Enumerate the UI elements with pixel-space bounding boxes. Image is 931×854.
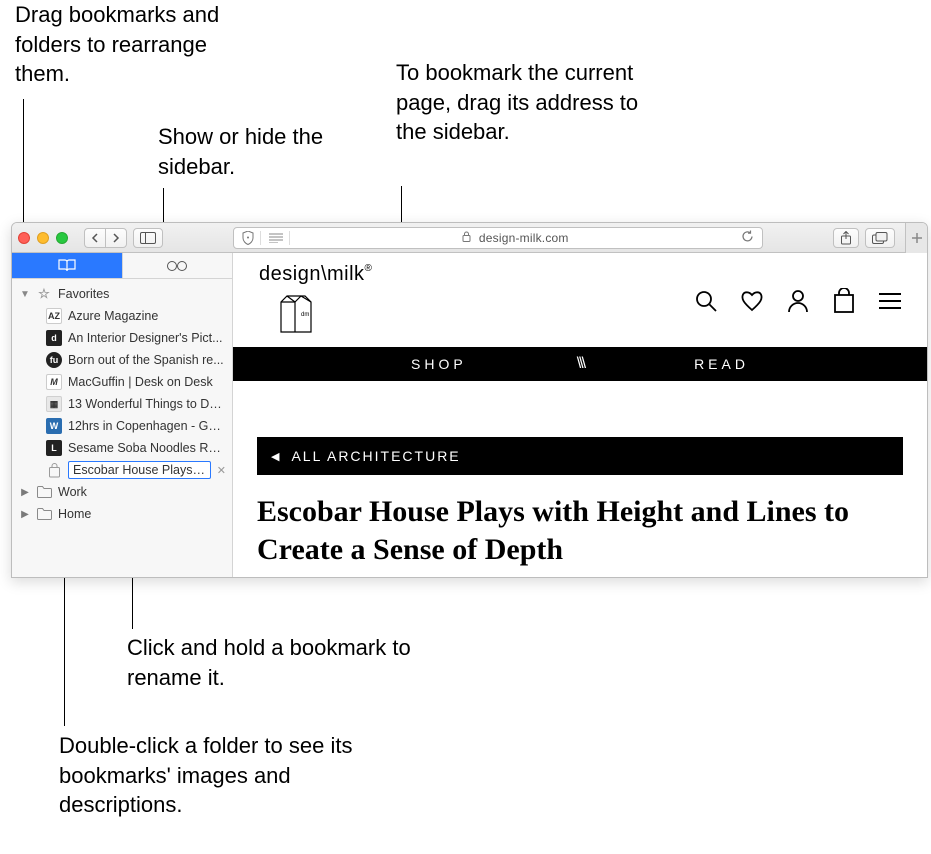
callout-sidebar-toggle: Show or hide the sidebar. bbox=[158, 122, 358, 181]
site-header: design\milk® dm bbox=[233, 253, 927, 347]
bookmark-edit-field[interactable]: Escobar House Plays with bbox=[68, 461, 211, 479]
favicon: fu bbox=[46, 352, 62, 368]
reader-icon[interactable] bbox=[269, 231, 290, 245]
disclosure-icon[interactable]: ▶ bbox=[20, 487, 30, 498]
bookmark-item[interactable]: L Sesame Soba Noodles Rec... bbox=[12, 437, 232, 459]
bookmark-label: Sesame Soba Noodles Rec... bbox=[68, 441, 226, 455]
bookmark-label: An Interior Designer's Pict... bbox=[68, 331, 223, 345]
privacy-report-icon[interactable] bbox=[242, 231, 261, 245]
back-button[interactable] bbox=[84, 228, 105, 248]
favorites-header[interactable]: ▼ ☆ Favorites bbox=[12, 283, 232, 305]
favicon: W bbox=[46, 418, 62, 434]
site-logo[interactable]: design\milk® dm bbox=[259, 263, 372, 339]
bookmark-label: 13 Wonderful Things to Do... bbox=[68, 397, 226, 411]
bookmark-item-editing[interactable]: Escobar House Plays with ✕ bbox=[12, 459, 232, 481]
forward-button[interactable] bbox=[105, 228, 127, 248]
back-triangle-icon: ◀ bbox=[271, 450, 281, 463]
article-headline: Escobar House Plays with Height and Line… bbox=[257, 493, 903, 568]
svg-text:dm: dm bbox=[301, 312, 309, 318]
bookmarks-tab[interactable] bbox=[12, 253, 122, 278]
sidebar-toggle-button[interactable] bbox=[133, 228, 163, 248]
bookmark-item[interactable]: AZ Azure Magazine bbox=[12, 305, 232, 327]
callout-line bbox=[64, 566, 65, 726]
clear-text-icon[interactable]: ✕ bbox=[217, 464, 226, 477]
heart-icon[interactable] bbox=[739, 288, 765, 314]
bookmark-item[interactable]: fu Born out of the Spanish re... bbox=[12, 349, 232, 371]
bookmark-item[interactable]: W 12hrs in Copenhagen - Gui... bbox=[12, 415, 232, 437]
bookmark-label: 12hrs in Copenhagen - Gui... bbox=[68, 419, 226, 433]
folder-label: Work bbox=[58, 485, 87, 499]
reading-list-tab[interactable] bbox=[122, 253, 233, 278]
web-page: design\milk® dm bbox=[233, 253, 927, 577]
favicon: M bbox=[46, 374, 62, 390]
minimize-window-button[interactable] bbox=[37, 232, 49, 244]
nav-divider-icon: \\\ bbox=[577, 355, 584, 373]
bag-icon bbox=[46, 462, 62, 478]
reload-button[interactable] bbox=[741, 230, 754, 246]
disclosure-icon[interactable]: ▼ bbox=[20, 289, 30, 300]
favicon: AZ bbox=[46, 308, 62, 324]
account-icon[interactable] bbox=[785, 288, 811, 314]
callout-rearrange: Drag bookmarks and folders to rearrange … bbox=[15, 0, 265, 89]
bookmark-folder[interactable]: ▶ Home bbox=[12, 503, 232, 525]
share-button[interactable] bbox=[833, 228, 859, 248]
address-bar[interactable]: design-milk.com bbox=[233, 227, 763, 249]
nav-shop[interactable]: SHOP bbox=[411, 356, 467, 372]
folder-icon bbox=[36, 484, 52, 500]
favicon: d bbox=[46, 330, 62, 346]
favorites-label: Favorites bbox=[58, 287, 109, 301]
category-strip[interactable]: ◀ ALL ARCHITECTURE bbox=[257, 437, 903, 475]
search-icon[interactable] bbox=[693, 288, 719, 314]
bookmark-item[interactable]: M MacGuffin | Desk on Desk bbox=[12, 371, 232, 393]
bookmark-item[interactable]: ▦ 13 Wonderful Things to Do... bbox=[12, 393, 232, 415]
bookmark-label: MacGuffin | Desk on Desk bbox=[68, 375, 213, 389]
tabs-button[interactable] bbox=[865, 228, 895, 248]
bookmark-label: Azure Magazine bbox=[68, 309, 158, 323]
safari-window: design-milk.com bbox=[11, 222, 928, 578]
favicon: L bbox=[46, 440, 62, 456]
bookmarks-sidebar: ▼ ☆ Favorites AZ Azure Magazine d An Int… bbox=[12, 253, 233, 577]
star-icon: ☆ bbox=[36, 286, 52, 302]
favicon: ▦ bbox=[46, 396, 62, 412]
window-controls[interactable] bbox=[18, 232, 68, 244]
category-label: ALL ARCHITECTURE bbox=[291, 448, 460, 464]
lock-icon bbox=[462, 231, 475, 245]
fullscreen-window-button[interactable] bbox=[56, 232, 68, 244]
folder-label: Home bbox=[58, 507, 91, 521]
bookmark-label: Born out of the Spanish re... bbox=[68, 353, 224, 367]
bookmark-item[interactable]: d An Interior Designer's Pict... bbox=[12, 327, 232, 349]
nav-read[interactable]: READ bbox=[694, 356, 749, 372]
site-actions bbox=[693, 288, 903, 314]
folder-icon bbox=[36, 506, 52, 522]
bag-icon[interactable] bbox=[831, 288, 857, 314]
disclosure-icon[interactable]: ▶ bbox=[20, 509, 30, 520]
callout-rename: Click and hold a bookmark to rename it. bbox=[127, 633, 437, 692]
menu-icon[interactable] bbox=[877, 288, 903, 314]
toolbar: design-milk.com bbox=[12, 223, 927, 253]
logo-text: design\milk® bbox=[259, 263, 372, 286]
address-text: design-milk.com bbox=[298, 231, 733, 245]
bookmark-folder[interactable]: ▶ Work bbox=[12, 481, 232, 503]
callout-drag-address: To bookmark the current page, drag its a… bbox=[396, 58, 656, 147]
url-text: design-milk.com bbox=[479, 231, 569, 245]
logo-carton-icon: dm bbox=[275, 286, 317, 334]
callout-folder-doubleclick: Double-click a folder to see its bookmar… bbox=[59, 731, 419, 820]
close-window-button[interactable] bbox=[18, 232, 30, 244]
site-nav: SHOP \\\ READ bbox=[233, 347, 927, 381]
